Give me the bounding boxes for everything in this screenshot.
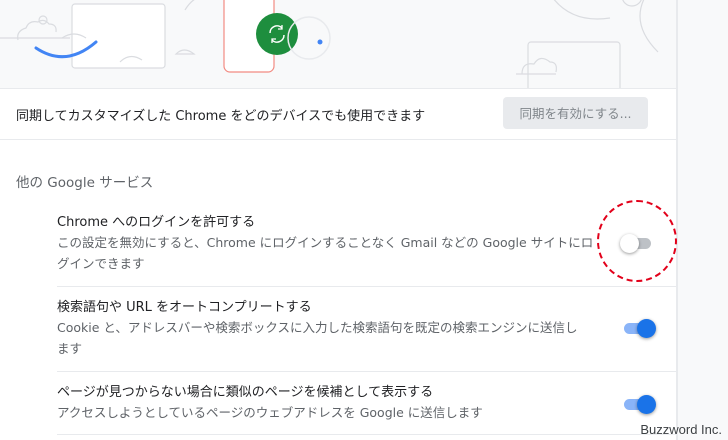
setting-autocomplete-searches: 検索語句や URL をオートコンプリートする Cookie と、アドレスバーや検… — [57, 299, 653, 359]
suggest-similar-pages-toggle[interactable] — [621, 394, 657, 414]
toggle-knob — [637, 319, 656, 338]
setting-description-line: グインできます — [57, 256, 145, 271]
annotation-circle — [597, 200, 677, 282]
setting-title: Chrome へのログインを許可する — [57, 215, 256, 230]
card-edge — [676, 0, 678, 440]
setting-suggest-similar-pages: ページが見つからない場合に類似のページを候補として表示する アクセスしようとして… — [57, 384, 653, 423]
sync-illustration-banner — [0, 0, 676, 88]
setting-description: Cookie と、アドレスバーや検索ボックスに入力した検索語句を既定の検索エンジ… — [57, 317, 597, 359]
section-title: 他の Google サービス — [16, 175, 154, 191]
setting-allow-chrome-sign-in: Chrome へのログインを許可する この設定を無効にすると、Chrome にロ… — [57, 214, 653, 274]
setting-description-line: アクセスしようとしているページのウェブアドレスを Google に送信します — [57, 405, 483, 420]
sync-description: 同期してカスタマイズした Chrome をどのデバイスでも使用できます — [16, 109, 426, 124]
toggle-knob — [637, 395, 656, 414]
setting-description-line: この設定を無効にすると、Chrome にログインすることなく Gmail などの… — [57, 235, 594, 250]
setting-description-line: ます — [57, 341, 83, 356]
autocomplete-toggle[interactable] — [621, 318, 657, 338]
sync-row: 同期してカスタマイズした Chrome をどのデバイスでも使用できます 同期を有… — [0, 88, 676, 140]
divider — [57, 434, 676, 435]
sync-illustration — [0, 0, 659, 88]
enable-sync-button[interactable]: 同期を有効にする... — [503, 97, 648, 129]
setting-title: ページが見つからない場合に類似のページを候補として表示する — [57, 385, 434, 400]
setting-title: 検索語句や URL をオートコンプリートする — [57, 300, 312, 315]
setting-description: アクセスしようとしているページのウェブアドレスを Google に送信します — [57, 402, 597, 423]
setting-description-line: Cookie と、アドレスバーや検索ボックスに入力した検索語句を既定の検索エンジ… — [57, 320, 578, 335]
divider — [57, 371, 676, 372]
watermark: Buzzword Inc. — [640, 422, 722, 437]
setting-description: この設定を無効にすると、Chrome にログインすることなく Gmail などの… — [57, 232, 597, 274]
settings-card: 同期してカスタマイズした Chrome をどのデバイスでも使用できます 同期を有… — [0, 0, 676, 440]
divider — [57, 286, 676, 287]
